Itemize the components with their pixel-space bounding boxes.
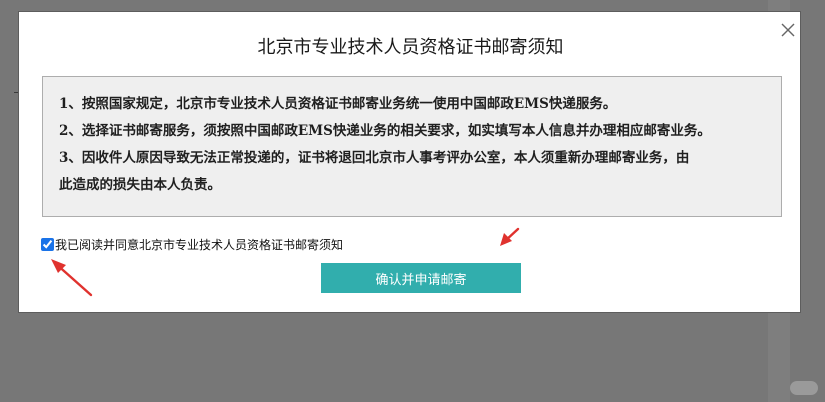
notice-box: 1、按照国家规定，北京市专业技术人员资格证书邮寄业务统一使用中国邮政EMS快递服… xyxy=(42,76,782,217)
notice-line: 3、因收件人原因导致无法正常投递的，证书将退回北京市人事考评办公室，本人须重新办… xyxy=(59,150,690,166)
agree-row[interactable]: 我已阅读并同意北京市专业技术人员资格证书邮寄须知 xyxy=(41,236,343,252)
notice-line: 2、选择证书邮寄服务，须按照中国邮政EMS快递业务的相关要求，如实填写本人信息并… xyxy=(59,123,711,139)
watermark-badge xyxy=(790,381,818,395)
agree-checkbox[interactable] xyxy=(41,237,54,251)
agree-label: 我已阅读并同意北京市专业技术人员资格证书邮寄须知 xyxy=(55,237,344,252)
mailing-notice-dialog: 北京市专业技术人员资格证书邮寄须知 1、按照国家规定，北京市专业技术人员资格证书… xyxy=(18,11,801,313)
notice-line: 此造成的损失由本人负责。 xyxy=(59,177,221,193)
confirm-apply-mailing-button[interactable]: 确认并申请邮寄 xyxy=(321,263,521,293)
dialog-title: 北京市专业技术人员资格证书邮寄须知 xyxy=(257,37,564,58)
notice-line: 1、按照国家规定，北京市专业技术人员资格证书邮寄业务统一使用中国邮政EMS快递服… xyxy=(59,96,617,112)
